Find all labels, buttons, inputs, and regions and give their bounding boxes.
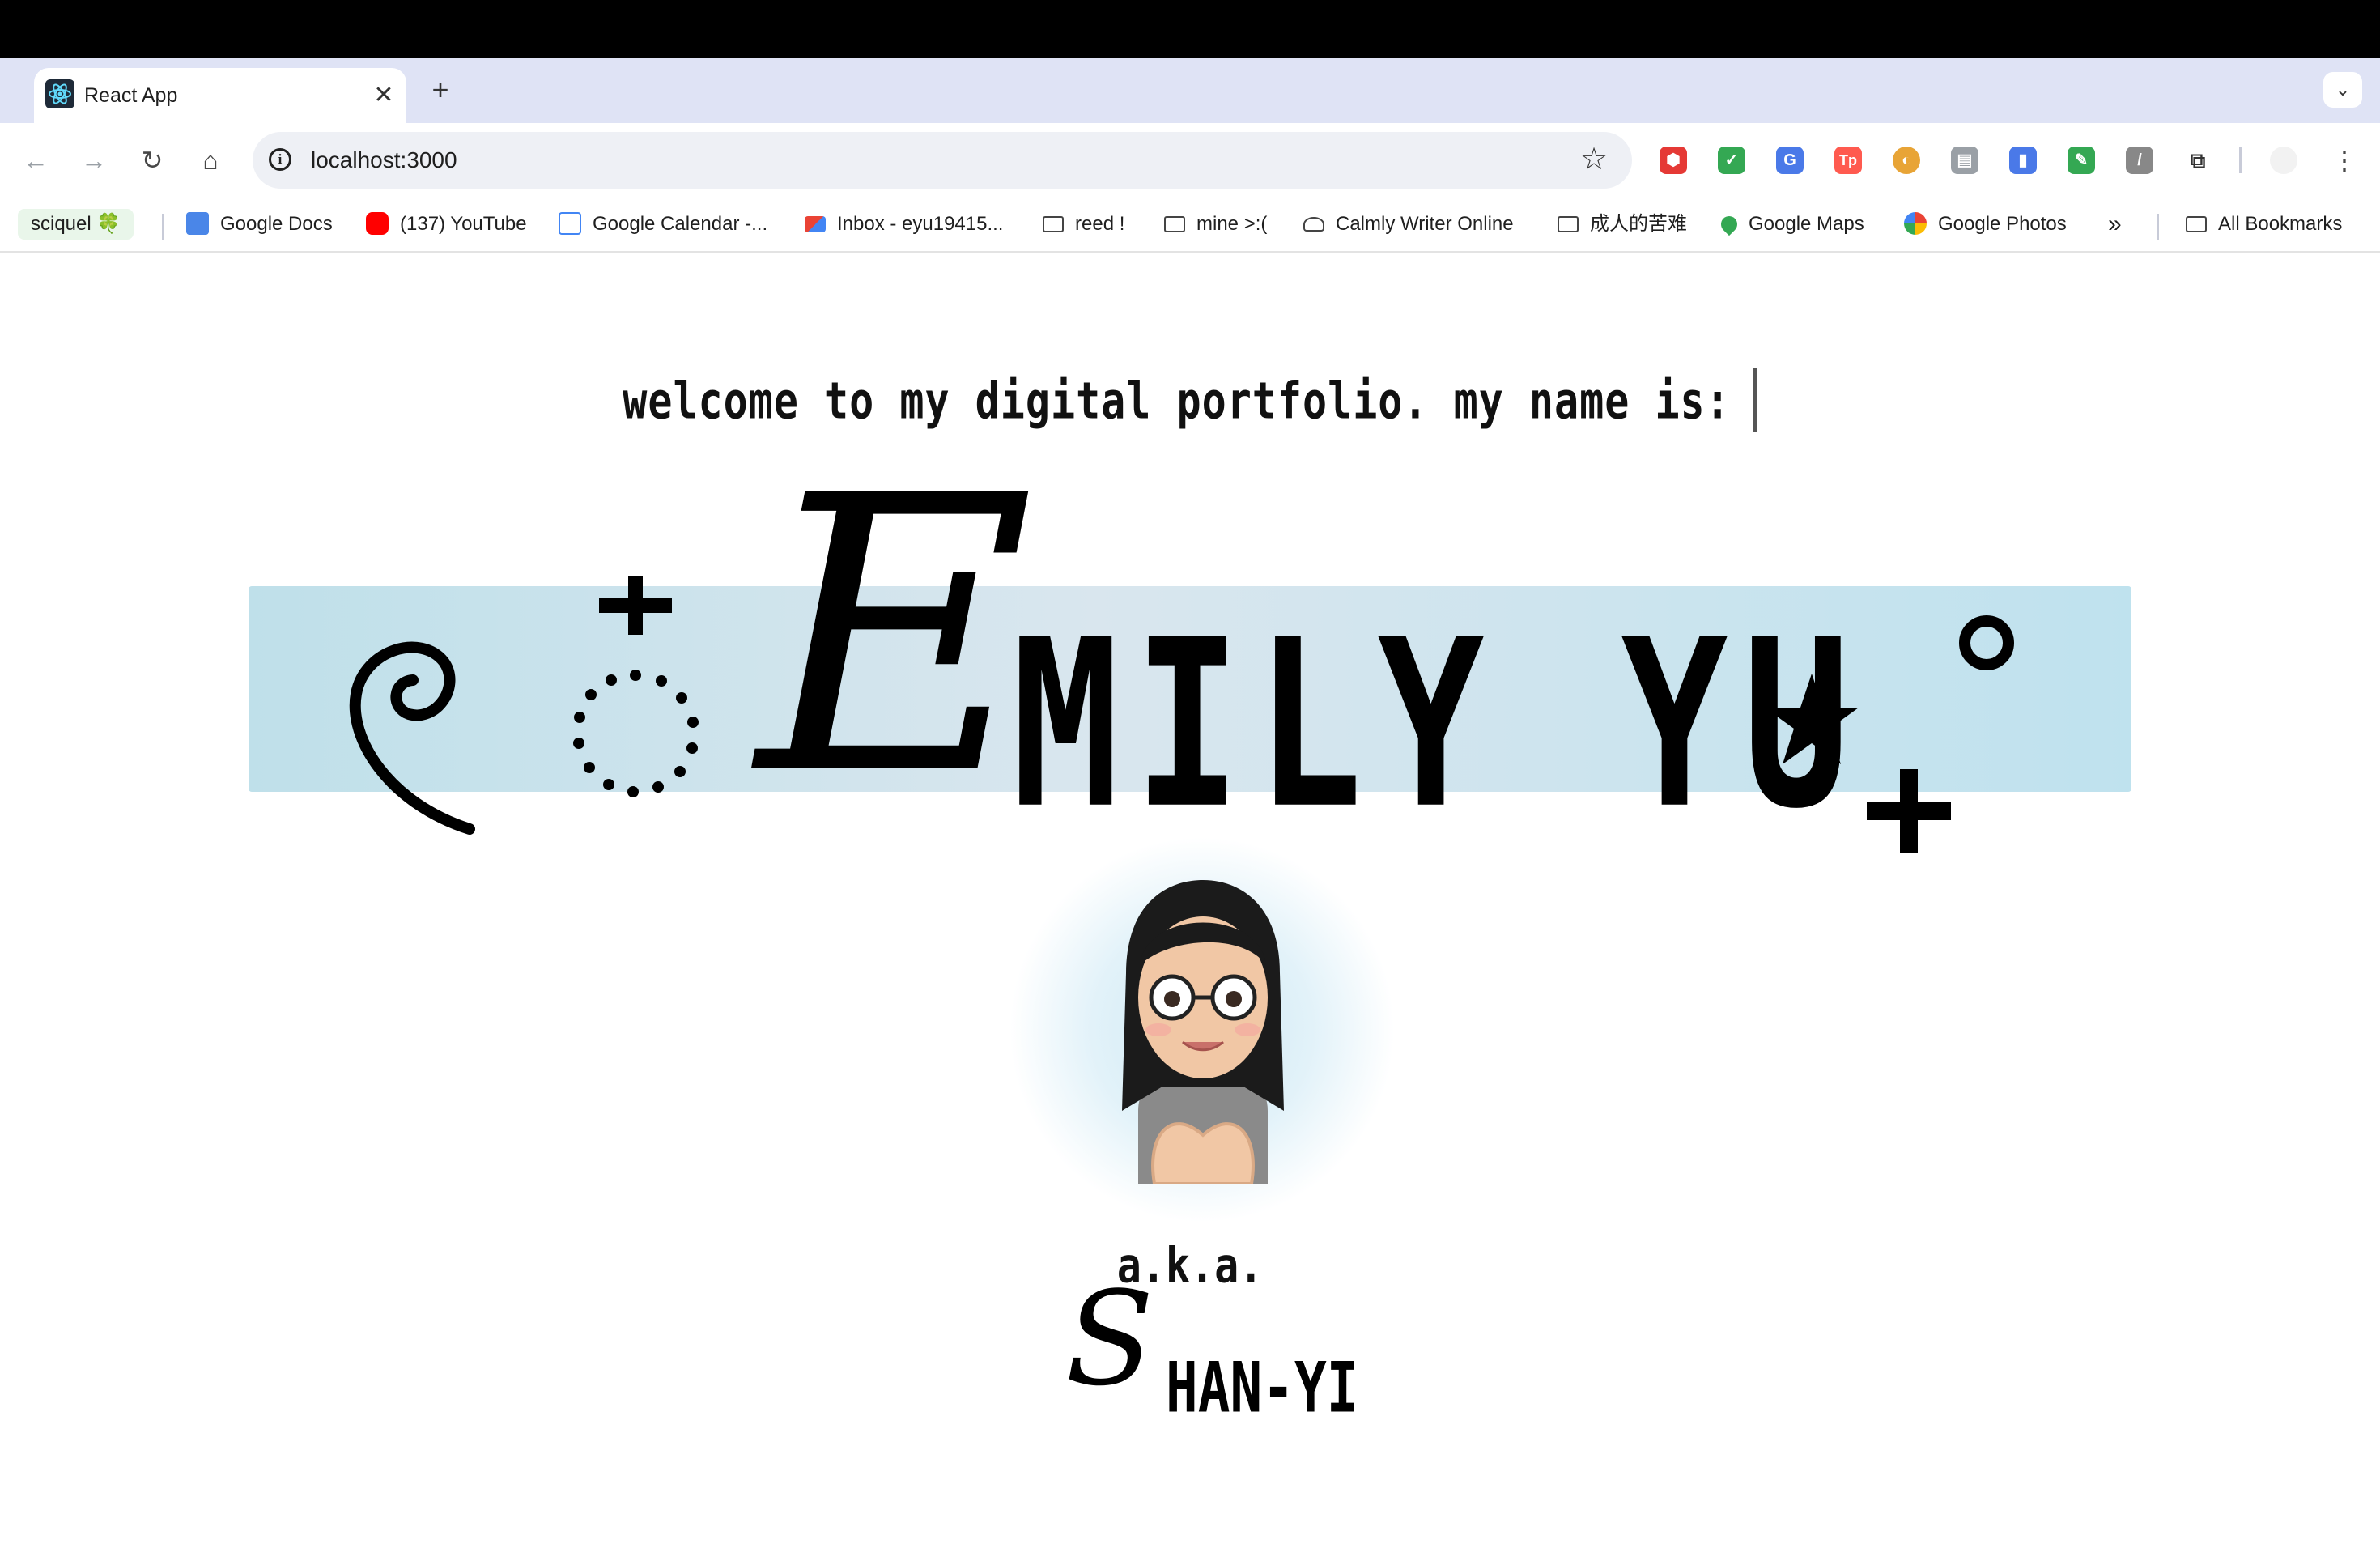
memoji-avatar [1122, 880, 1284, 1184]
slash-icon[interactable]: / [2126, 147, 2153, 174]
bookmark-google-photos[interactable]: Google Photos [1904, 209, 2067, 240]
portfolio-page: welcome to my digital portfolio. my name… [0, 253, 2380, 1548]
bookmark-star-icon[interactable]: ☆ [1580, 143, 1608, 176]
folder-icon [1558, 216, 1579, 232]
profile-avatar[interactable] [2270, 147, 2297, 174]
bookmark-google-docs[interactable]: Google Docs [186, 209, 333, 240]
bookmark-youtube[interactable]: (137) YouTube [366, 209, 527, 240]
spiral-icon [349, 641, 475, 835]
bookmark-folder-chinese[interactable]: 成人的苦难 [1558, 209, 1687, 240]
typing-caret [1753, 368, 1757, 432]
bookmark-separator [2157, 214, 2159, 240]
home-button[interactable]: ⌂ [194, 144, 227, 176]
compass-icon[interactable]: ◐ [1893, 147, 1920, 174]
photos-icon [1904, 212, 1927, 235]
folder-icon [1164, 216, 1185, 232]
google-docs-icon [186, 212, 209, 235]
plus-icon [1867, 769, 1951, 853]
plus-icon [599, 576, 672, 635]
welcome-heading: welcome to my digital portfolio. my name… [0, 368, 2380, 432]
alias-initial: S [1065, 1263, 1154, 1414]
ring-icon [1959, 615, 2014, 670]
youtube-icon [366, 212, 389, 235]
react-icon [45, 79, 74, 108]
bookmark-calmly-writer[interactable]: Calmly Writer Online [1303, 209, 1514, 240]
tp-icon[interactable]: Tp [1834, 147, 1862, 174]
highlighter-icon[interactable]: ✎ [2068, 147, 2095, 174]
translate-icon[interactable]: G [1776, 147, 1804, 174]
reload-button[interactable]: ↻ [136, 144, 168, 176]
gmail-icon [805, 216, 826, 232]
puzzle-icon[interactable]: ⧉ [2184, 147, 2212, 174]
dotted-circle-icon [573, 670, 699, 797]
name-rest: MILY YU [1012, 589, 1865, 860]
barcode-icon[interactable]: ▮ [2009, 147, 2037, 174]
aka-label: a.k.a. [1116, 1237, 1264, 1294]
bookmark-sciquel[interactable]: sciquel 🍀 [18, 209, 134, 240]
tab-title: React App [84, 84, 178, 107]
maps-pin-icon [1717, 212, 1741, 236]
back-button[interactable]: ← [19, 144, 52, 176]
bookmark-inbox[interactable]: Inbox - eyu19415... [805, 209, 1003, 240]
bookmark-folder-reed[interactable]: reed ! [1043, 209, 1124, 240]
name-initial: E [757, 415, 1035, 858]
new-tab-button[interactable]: + [424, 74, 457, 106]
calendar-icon [559, 212, 581, 235]
system-top-bar [0, 0, 2380, 58]
star-icon [1765, 674, 1859, 764]
check-icon[interactable]: ✓ [1718, 147, 1745, 174]
bookmark-google-calendar[interactable]: Google Calendar -... [559, 209, 767, 240]
bookmark-google-maps[interactable]: Google Maps [1717, 209, 1864, 240]
bookmark-separator [162, 214, 164, 240]
tab-search-button[interactable]: ⌄ [2323, 72, 2362, 108]
bookmark-folder-mine[interactable]: mine >:( [1164, 209, 1267, 240]
adblock-icon[interactable]: ⬢ [1660, 147, 1687, 174]
folder-icon [2186, 216, 2207, 232]
site-info-icon[interactable]: i [269, 148, 291, 171]
address-bar[interactable]: i localhost:3000 ☆ [253, 132, 1632, 189]
browser-menu-button[interactable]: ⋮ [2328, 144, 2361, 176]
bookmarks-overflow-button[interactable]: » [2108, 209, 2122, 240]
address-url[interactable]: localhost:3000 [311, 145, 457, 176]
document-icon[interactable]: ▤ [1951, 147, 1978, 174]
all-bookmarks-button[interactable]: All Bookmarks [2186, 209, 2342, 240]
forward-button[interactable]: → [78, 144, 110, 176]
calmly-writer-icon [1303, 217, 1324, 232]
folder-icon [1043, 216, 1064, 232]
alias-rest: HAN-YI [1166, 1347, 1359, 1429]
tab-react-app[interactable]: React App ✕ [34, 68, 406, 123]
toolbar-separator [2239, 147, 2242, 173]
close-tab-icon[interactable]: ✕ [368, 79, 400, 112]
